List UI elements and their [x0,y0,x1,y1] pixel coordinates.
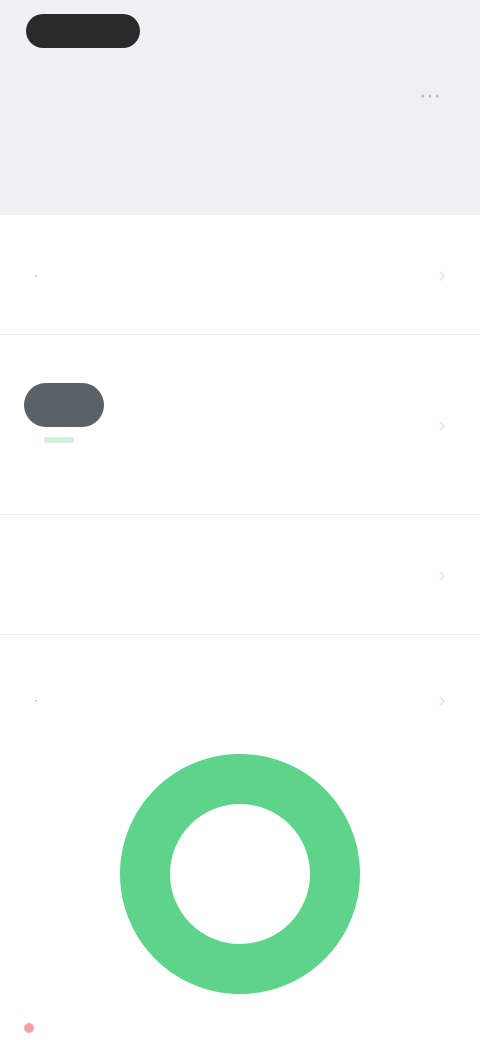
progress-ring [118,752,362,996]
chip-accent-bar [44,437,74,443]
footer-left[interactable] [24,1014,42,1040]
chevron-right-icon: › [438,261,446,287]
page-title [28,128,408,186]
row-lead-icon: · [33,264,39,285]
list-item[interactable]: · › [0,215,480,335]
more-icon[interactable]: ⋯ [410,78,450,114]
row-lead-icon: · [33,690,39,710]
list-item-label [30,551,100,581]
status-time-pill [26,14,140,48]
progress-ring-label [118,752,362,996]
settings-list: · › › › · › [0,215,480,765]
chevron-right-icon: › [438,411,446,437]
chevron-right-icon: › [438,561,446,587]
chevron-right-icon: › [438,687,446,712]
status-chip[interactable] [24,383,104,427]
header: ⋯ [0,0,480,215]
list-item[interactable]: · › [0,635,480,765]
status-dot-icon [24,1023,34,1034]
